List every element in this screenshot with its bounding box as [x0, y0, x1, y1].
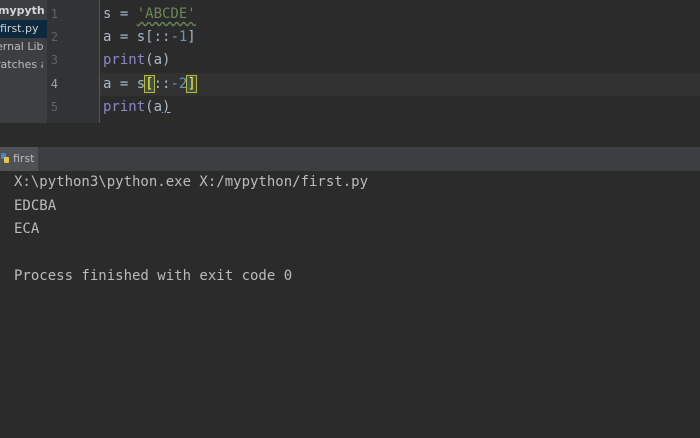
code-editor[interactable]: s = 'ABCDE' a = s[::-1] print(a) a = s[:…: [100, 0, 700, 123]
text-caret: [195, 75, 197, 91]
run-tab-label: first: [13, 152, 35, 165]
console-output-line: EDCBA: [14, 198, 57, 214]
code-text: (a: [145, 99, 163, 115]
code-text: ): [162, 99, 171, 115]
console-exit-message: Process finished with exit code 0: [14, 268, 293, 284]
python-file-icon: [1, 153, 9, 163]
run-tab-first[interactable]: first: [0, 147, 38, 171]
run-tool-window-tabbar: first: [0, 146, 700, 172]
code-line-1[interactable]: s = 'ABCDE': [103, 3, 196, 26]
number-literal: -2: [170, 76, 188, 92]
code-line-3[interactable]: print(a): [103, 49, 170, 72]
string-literal: 'ABCDE': [136, 6, 196, 22]
builtin-function: print: [103, 99, 146, 115]
code-line-4[interactable]: a = s[::-2]: [103, 73, 197, 96]
code-text: ::: [153, 76, 171, 92]
code-text: a = s: [103, 76, 146, 92]
line-number-current: 4: [50, 77, 58, 91]
tree-item-scratches[interactable]: ratches ar: [0, 56, 43, 74]
tree-item-first-py[interactable]: first.py: [0, 20, 47, 38]
code-text: ]: [187, 29, 196, 45]
run-console[interactable]: X:\python3\python.exe X:/mypython/first.…: [0, 171, 700, 438]
code-text: s =: [103, 6, 137, 22]
number-literal: -1: [170, 29, 188, 45]
line-number: 2: [50, 30, 58, 44]
matched-bracket-open: [: [144, 75, 155, 93]
line-number: 3: [50, 53, 58, 67]
line-number: 1: [50, 7, 58, 21]
line-number-gutter: 1 2 3 4 5: [47, 0, 100, 123]
builtin-function: print: [103, 52, 146, 68]
code-text: a = s[::: [103, 29, 171, 45]
ide-window: mypython first.py ernal Libr ratches ar …: [0, 0, 700, 438]
matched-bracket-close: ]: [186, 75, 197, 93]
code-line-5[interactable]: print(a): [103, 96, 170, 119]
console-command-line: X:\python3\python.exe X:/mypython/first.…: [14, 174, 369, 190]
console-output-line: ECA: [14, 221, 40, 237]
editor-empty-area: [0, 123, 700, 146]
tree-item-external-libraries[interactable]: ernal Libr: [0, 38, 43, 56]
code-text: (a): [145, 52, 171, 68]
line-number: 5: [50, 100, 58, 114]
tree-item-project-root[interactable]: mypython: [0, 2, 45, 20]
code-line-2[interactable]: a = s[::-1]: [103, 26, 196, 49]
